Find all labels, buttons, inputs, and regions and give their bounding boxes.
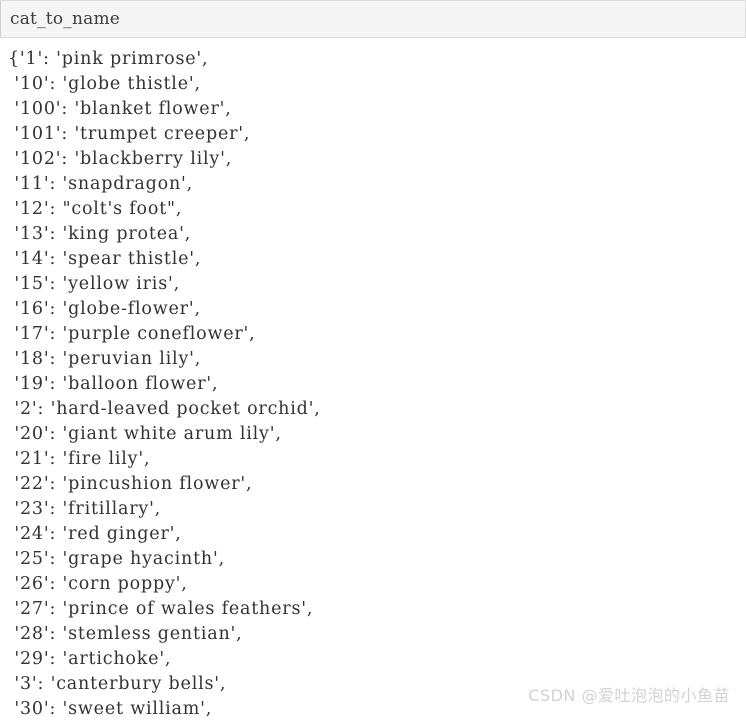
output-line: '25': 'grape hyacinth',	[8, 549, 225, 569]
output-line: '15': 'yellow iris',	[8, 274, 180, 294]
output-line: '14': 'spear thistle',	[8, 249, 202, 269]
output-line: '11': 'snapdragon',	[8, 174, 193, 194]
output-line: '12': "colt's foot",	[8, 199, 183, 219]
variable-name-cell[interactable]: cat_to_name	[0, 0, 746, 38]
output-line: '20': 'giant white arum lily',	[8, 424, 282, 444]
output-line: '17': 'purple coneflower',	[8, 324, 256, 344]
output-line: '21': 'fire lily',	[8, 449, 151, 469]
output-line: '27': 'prince of wales feathers',	[8, 599, 314, 619]
output-line: '10': 'globe thistle',	[8, 74, 201, 94]
output-line: '30': 'sweet william',	[8, 699, 213, 719]
output-line: '2': 'hard-leaved pocket orchid',	[8, 399, 321, 419]
output-line: '26': 'corn poppy',	[8, 574, 188, 594]
output-line: '101': 'trumpet creeper',	[8, 124, 251, 144]
output-line: '16': 'globe-flower',	[8, 299, 201, 319]
output-line: '18': 'peruvian lily',	[8, 349, 202, 369]
output-line: '19': 'balloon flower',	[8, 374, 219, 394]
output-line: '29': 'artichoke',	[8, 649, 172, 669]
page-title: cat_to_name	[10, 9, 121, 29]
output-line: '13': 'king protea',	[8, 224, 192, 244]
output-line: '28': 'stemless gentian',	[8, 624, 243, 644]
output-line: '22': 'pincushion flower',	[8, 474, 253, 494]
output-line: '100': 'blanket flower',	[8, 99, 232, 119]
dictionary-output-area: {'1': 'pink primrose', '10': 'globe this…	[0, 38, 746, 722]
output-line: '3': 'canterbury bells',	[8, 674, 227, 694]
output-line: {'1': 'pink primrose',	[8, 49, 209, 69]
output-line: '23': 'fritillary',	[8, 499, 162, 519]
output-line: '102': 'blackberry lily',	[8, 149, 233, 169]
output-line: '24': 'red ginger',	[8, 524, 182, 544]
